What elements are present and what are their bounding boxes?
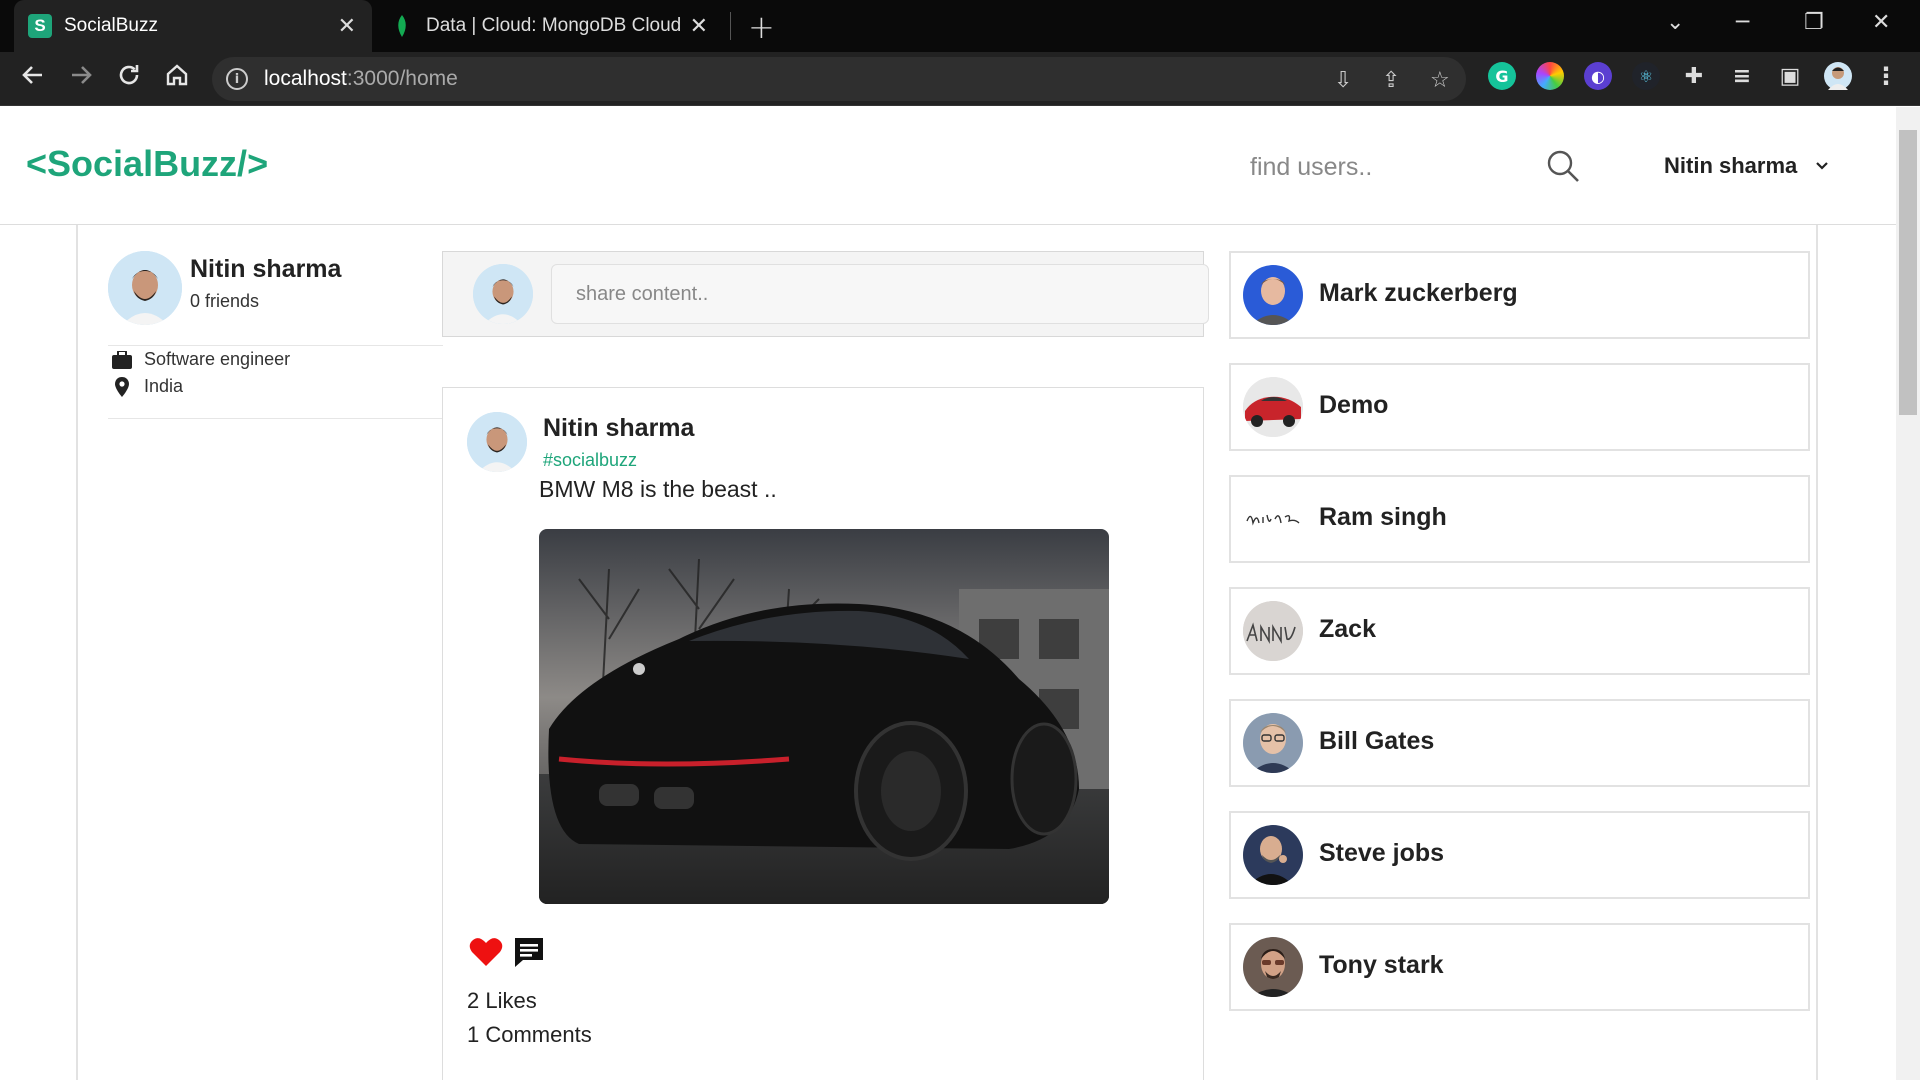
close-window-icon[interactable]: ✕ xyxy=(1872,10,1890,35)
browser-toolbar: i localhost:3000/home ⇩ ⇪ ☆ G ◐ ⚛ ✚ ≡ ▣ … xyxy=(0,52,1920,106)
content-frame-right xyxy=(1816,225,1818,1080)
user-menu-name: Nitin sharma xyxy=(1664,153,1798,178)
share-avatar xyxy=(473,264,533,324)
extension-moon-icon[interactable]: ◐ xyxy=(1584,62,1612,90)
share-content-input[interactable] xyxy=(551,264,1209,324)
post-image-car[interactable] xyxy=(539,529,1109,904)
user-name: Tony stark xyxy=(1319,951,1444,979)
app-logo[interactable]: <SocialBuzz/> xyxy=(26,143,268,185)
user-avatar xyxy=(1243,937,1303,997)
divider xyxy=(108,345,443,346)
tab-separator xyxy=(730,12,731,40)
reading-list-icon[interactable]: ≡ xyxy=(1728,62,1756,90)
home-icon[interactable] xyxy=(164,62,190,95)
new-tab-icon[interactable]: + xyxy=(748,8,775,46)
socialbuzz-favicon-icon: S xyxy=(28,14,52,38)
post-author-avatar[interactable] xyxy=(467,412,527,472)
user-avatar xyxy=(1243,377,1303,437)
find-users-input[interactable] xyxy=(1250,147,1550,187)
tab-title: SocialBuzz xyxy=(64,15,158,36)
user-avatar xyxy=(1243,265,1303,325)
reload-icon[interactable] xyxy=(116,62,142,95)
user-card[interactable]: Demo xyxy=(1229,363,1810,451)
forward-icon[interactable] xyxy=(68,62,94,95)
page: <SocialBuzz/> Nitin sharma Nitin sharma … xyxy=(0,107,1896,1080)
heart-like-icon[interactable] xyxy=(469,936,503,972)
user-card[interactable]: Mark zuckerberg xyxy=(1229,251,1810,339)
comments-count[interactable]: 1 Comments xyxy=(467,1022,592,1048)
address-bar[interactable]: i localhost:3000/home ⇩ ⇪ ☆ xyxy=(212,57,1466,101)
search-icon[interactable] xyxy=(1546,149,1580,187)
location-row: India xyxy=(112,376,183,397)
user-name: Mark zuckerberg xyxy=(1319,279,1518,307)
user-avatar xyxy=(1243,713,1303,773)
close-tab-icon[interactable]: ✕ xyxy=(690,13,708,39)
divider xyxy=(108,418,443,419)
profile-avatar-icon[interactable] xyxy=(1824,62,1852,90)
post-text: BMW M8 is the beast .. xyxy=(539,476,777,502)
react-devtools-icon[interactable]: ⚛ xyxy=(1632,62,1660,90)
app-header: <SocialBuzz/> Nitin sharma xyxy=(0,107,1896,225)
tab-mongodb[interactable]: Data | Cloud: MongoDB Cloud ✕ xyxy=(376,0,724,52)
site-info-icon[interactable]: i xyxy=(226,68,248,90)
post-author-name[interactable]: Nitin sharma xyxy=(543,414,694,443)
location-text: India xyxy=(144,376,184,396)
post-hashtag[interactable]: #socialbuzz xyxy=(543,450,637,471)
restore-icon[interactable]: ❐ xyxy=(1804,10,1824,35)
scrollbar-thumb[interactable] xyxy=(1899,130,1917,415)
share-page-icon[interactable]: ⇪ xyxy=(1382,68,1400,93)
tab-socialbuzz[interactable]: S SocialBuzz ✕ xyxy=(14,0,372,52)
install-app-icon[interactable]: ⇩ xyxy=(1334,68,1352,93)
back-icon[interactable] xyxy=(20,62,46,95)
content-frame-left xyxy=(76,225,78,1080)
user-avatar xyxy=(1243,825,1303,885)
side-panel-icon[interactable]: ▣ xyxy=(1776,62,1804,90)
extensions-puzzle-icon[interactable]: ✚ xyxy=(1680,62,1708,90)
user-avatar-signature xyxy=(1243,489,1303,549)
close-tab-icon[interactable]: ✕ xyxy=(338,13,356,39)
user-card[interactable]: Zack xyxy=(1229,587,1810,675)
user-card[interactable]: Tony stark xyxy=(1229,923,1810,1011)
browser-menu-icon[interactable]: ⋮ xyxy=(1872,62,1900,90)
user-avatar-signature xyxy=(1243,601,1303,661)
minimize-icon[interactable]: ─ xyxy=(1736,10,1749,35)
user-name: Demo xyxy=(1319,391,1389,419)
profile-name[interactable]: Nitin sharma xyxy=(190,255,341,284)
occupation-text: Software engineer xyxy=(144,349,291,369)
grammarly-extension-icon[interactable]: G xyxy=(1488,62,1516,90)
bookmark-star-icon[interactable]: ☆ xyxy=(1430,68,1450,93)
user-card[interactable]: Steve jobs xyxy=(1229,811,1810,899)
share-box xyxy=(442,251,1209,337)
mongodb-leaf-icon xyxy=(390,14,414,38)
user-name: Zack xyxy=(1319,615,1376,643)
occupation-row: Software engineer xyxy=(112,349,290,370)
user-name: Bill Gates xyxy=(1319,727,1435,755)
user-name: Steve jobs xyxy=(1319,839,1445,867)
user-card[interactable]: Bill Gates xyxy=(1229,699,1810,787)
tab-title: Data | Cloud: MongoDB Cloud xyxy=(426,15,682,36)
browser-tabbar: S SocialBuzz ✕ Data | Cloud: MongoDB Clo… xyxy=(0,0,1920,52)
location-pin-icon xyxy=(115,376,129,397)
tab-search-chevron-icon[interactable]: ⌄ xyxy=(1666,10,1684,35)
url-host: localhost xyxy=(264,67,347,90)
comment-icon[interactable] xyxy=(513,936,545,972)
profile-avatar[interactable] xyxy=(108,251,182,325)
color-picker-extension-icon[interactable] xyxy=(1536,62,1564,90)
briefcase-icon xyxy=(112,350,132,369)
likes-count: 2 Likes xyxy=(467,988,537,1013)
chevron-down-icon xyxy=(1816,162,1829,170)
user-menu[interactable]: Nitin sharma xyxy=(1664,153,1829,179)
post-card: Nitin sharma #socialbuzz BMW M8 is the b… xyxy=(442,387,1204,1080)
url-path: :3000/home xyxy=(346,67,458,90)
profile-friends-count: 0 friends xyxy=(190,291,260,311)
user-card[interactable]: Ram singh xyxy=(1229,475,1810,563)
user-name: Ram singh xyxy=(1319,503,1447,531)
